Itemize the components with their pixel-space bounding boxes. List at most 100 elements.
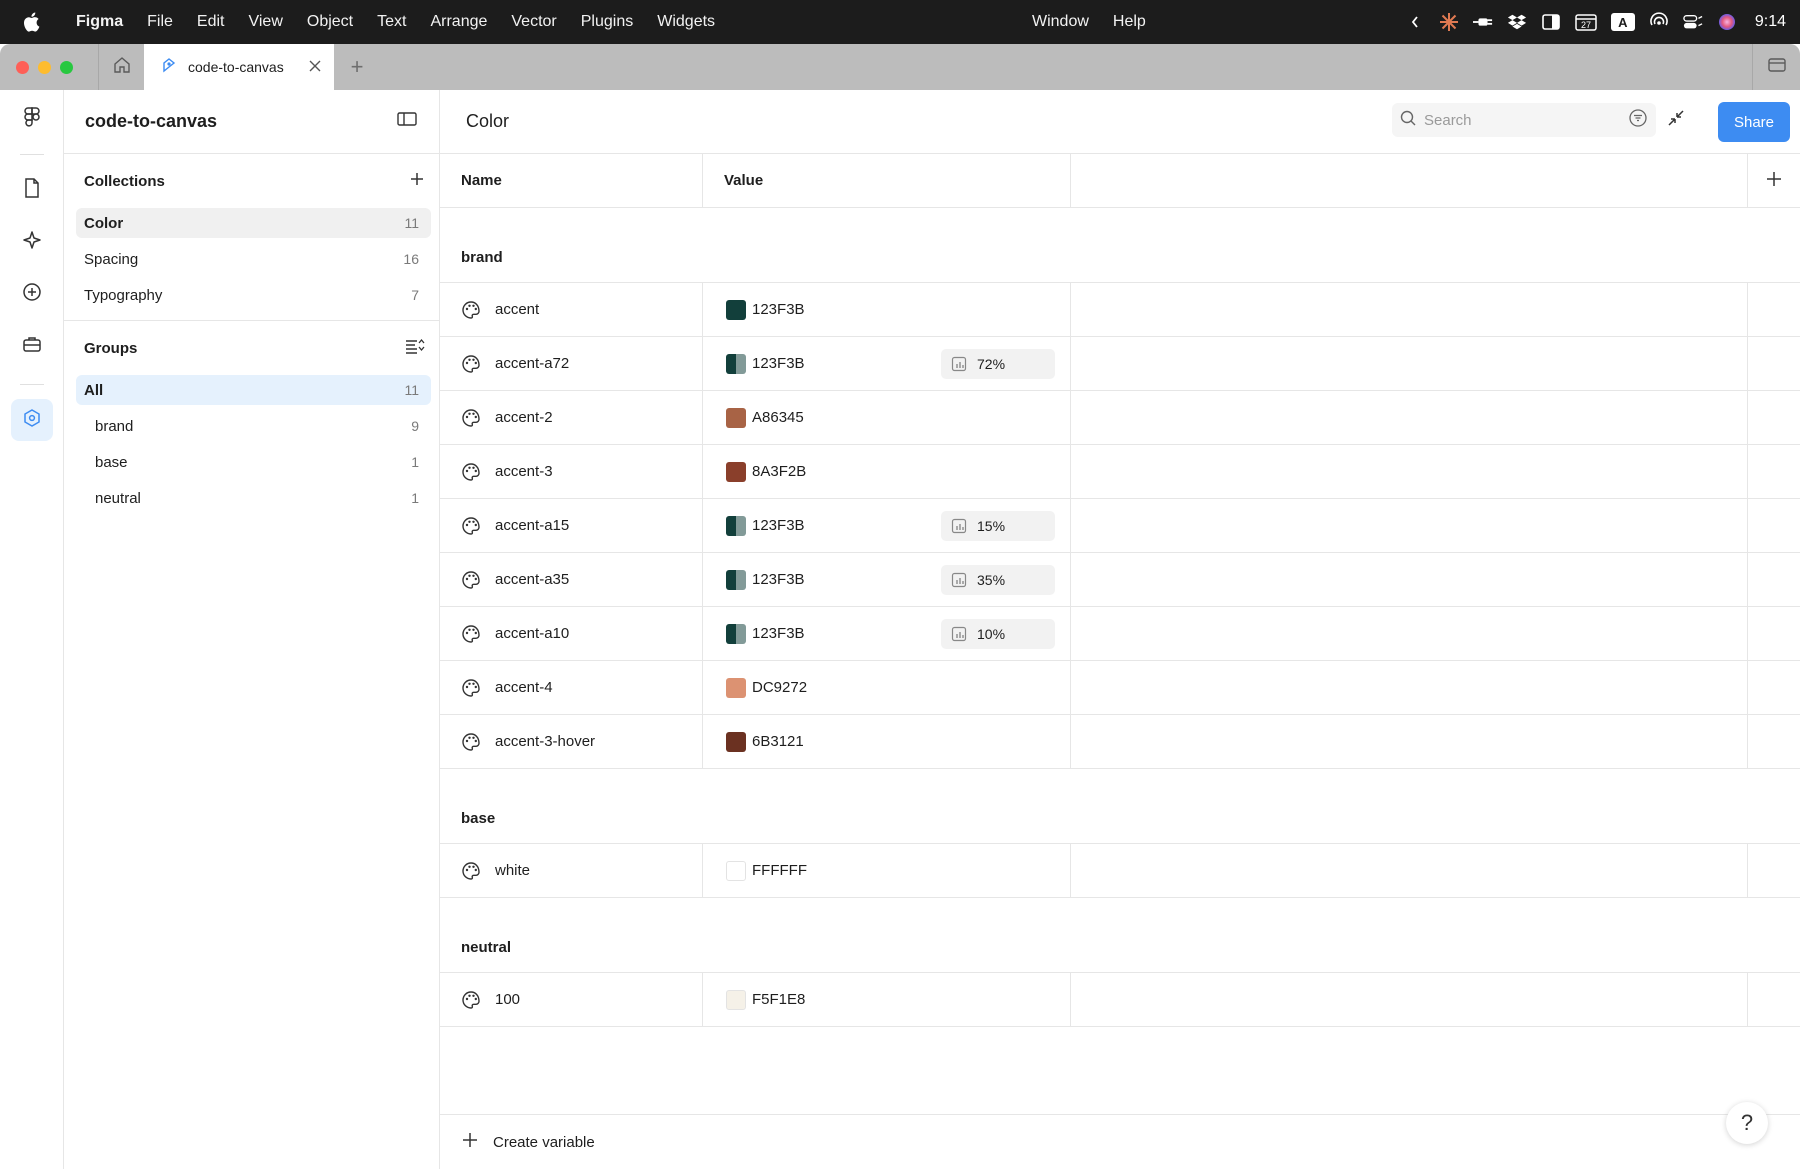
pages-button[interactable] <box>11 169 53 211</box>
table-row[interactable]: accent-3 8A3F2B <box>440 445 1800 499</box>
variable-name-cell[interactable]: white <box>440 844 703 897</box>
column-header-value[interactable]: Value <box>703 154 1071 207</box>
minimize-window-button[interactable] <box>38 60 51 74</box>
menu-view[interactable]: View <box>236 0 294 44</box>
opacity-field[interactable]: 35% <box>941 565 1055 595</box>
menu-vector[interactable]: Vector <box>499 0 568 44</box>
variable-name-cell[interactable]: accent-3-hover <box>440 715 703 768</box>
add-collection-icon[interactable] <box>409 171 425 191</box>
color-swatch[interactable] <box>726 353 746 374</box>
sidebar-toggle-icon[interactable] <box>1541 12 1561 32</box>
calendar-icon[interactable]: 27 <box>1575 12 1597 32</box>
color-swatch[interactable] <box>726 569 746 590</box>
sort-groups-icon[interactable] <box>405 338 425 358</box>
input-source-icon[interactable]: A <box>1610 13 1635 31</box>
add-button[interactable] <box>11 273 53 315</box>
create-variable-button[interactable]: Create variable <box>440 1114 1800 1169</box>
home-tab[interactable] <box>98 44 144 90</box>
variable-value-cell[interactable]: 123F3B 15% <box>703 499 1071 552</box>
collapse-button[interactable] <box>1660 104 1692 136</box>
variable-name-cell[interactable]: accent-a72 <box>440 337 703 390</box>
color-swatch[interactable] <box>726 731 746 752</box>
color-swatch[interactable] <box>726 677 746 698</box>
menu-window[interactable]: Window <box>1020 0 1101 44</box>
opacity-field[interactable]: 15% <box>941 511 1055 541</box>
collection-item-color[interactable]: Color 11 <box>76 208 431 238</box>
plugins-button[interactable] <box>11 325 53 367</box>
menu-widgets[interactable]: Widgets <box>645 0 727 44</box>
new-tab-button[interactable]: + <box>334 44 380 90</box>
variable-name-cell[interactable]: accent-a15 <box>440 499 703 552</box>
menu-text[interactable]: Text <box>365 0 418 44</box>
menu-plugins[interactable]: Plugins <box>569 0 645 44</box>
collection-item-typography[interactable]: Typography 7 <box>76 280 431 310</box>
table-row[interactable]: accent-a15 123F3B 15% <box>440 499 1800 553</box>
help-button[interactable]: ? <box>1726 1102 1768 1144</box>
claude-burst-icon[interactable] <box>1439 12 1459 32</box>
zoom-window-button[interactable] <box>60 60 73 74</box>
share-button[interactable]: Share <box>1718 102 1790 142</box>
color-swatch[interactable] <box>726 623 746 644</box>
variable-name-cell[interactable]: accent-3 <box>440 445 703 498</box>
variable-value-cell[interactable]: 123F3B 72% <box>703 337 1071 390</box>
color-swatch[interactable] <box>726 461 746 482</box>
menu-file[interactable]: File <box>135 0 185 44</box>
opacity-field[interactable]: 10% <box>941 619 1055 649</box>
table-row[interactable]: 100 F5F1E8 <box>440 973 1800 1027</box>
variable-value-cell[interactable]: 6B3121 <box>703 715 1071 768</box>
table-row[interactable]: accent-4 DC9272 <box>440 661 1800 715</box>
add-mode-button[interactable] <box>1748 154 1800 207</box>
table-row[interactable]: accent 123F3B <box>440 283 1800 337</box>
menu-object[interactable]: Object <box>295 0 365 44</box>
search-input[interactable] <box>1424 111 1620 129</box>
variable-name-cell[interactable]: accent-4 <box>440 661 703 714</box>
menu-app-figma[interactable]: Figma <box>64 0 135 44</box>
color-swatch[interactable] <box>726 989 746 1010</box>
menu-clock[interactable]: 9:14 <box>1755 13 1786 31</box>
figma-logo-button[interactable] <box>11 99 53 141</box>
variable-name-cell[interactable]: accent-a35 <box>440 553 703 606</box>
close-window-button[interactable] <box>16 60 29 74</box>
chevron-left-icon[interactable] <box>1405 12 1425 32</box>
variable-value-cell[interactable]: 123F3B <box>703 283 1071 336</box>
panel-toggle-icon[interactable] <box>397 111 417 132</box>
column-header-name[interactable]: Name <box>440 154 703 207</box>
color-swatch[interactable] <box>726 299 746 320</box>
variable-name-cell[interactable]: accent-2 <box>440 391 703 444</box>
opacity-field[interactable]: 72% <box>941 349 1055 379</box>
variable-value-cell[interactable]: 123F3B 10% <box>703 607 1071 660</box>
menu-help[interactable]: Help <box>1101 0 1158 44</box>
siri-icon[interactable] <box>1717 12 1737 32</box>
table-row[interactable]: accent-a10 123F3B 10% <box>440 607 1800 661</box>
control-center-icon[interactable] <box>1683 12 1703 32</box>
menu-edit[interactable]: Edit <box>185 0 237 44</box>
table-row[interactable]: white FFFFFF <box>440 844 1800 898</box>
group-item-base[interactable]: base 1 <box>76 447 431 477</box>
table-row[interactable]: accent-2 A86345 <box>440 391 1800 445</box>
variable-name-cell[interactable]: accent <box>440 283 703 336</box>
table-row[interactable]: accent-a35 123F3B 35% <box>440 553 1800 607</box>
group-item-neutral[interactable]: neutral 1 <box>76 483 431 513</box>
variable-value-cell[interactable]: A86345 <box>703 391 1071 444</box>
variable-name-cell[interactable]: accent-a10 <box>440 607 703 660</box>
assets-button[interactable] <box>11 221 53 263</box>
variable-value-cell[interactable]: 8A3F2B <box>703 445 1071 498</box>
variable-value-cell[interactable]: FFFFFF <box>703 844 1071 897</box>
tab-overview-button[interactable] <box>1752 44 1800 90</box>
color-swatch[interactable] <box>726 860 746 881</box>
variable-value-cell[interactable]: DC9272 <box>703 661 1071 714</box>
dropbox-icon[interactable] <box>1507 12 1527 32</box>
group-item-all[interactable]: All 11 <box>76 375 431 405</box>
color-swatch[interactable] <box>726 407 746 428</box>
airdrop-icon[interactable] <box>1649 12 1669 32</box>
table-row[interactable]: accent-3-hover 6B3121 <box>440 715 1800 769</box>
variable-value-cell[interactable]: F5F1E8 <box>703 973 1071 1026</box>
collection-item-spacing[interactable]: Spacing 16 <box>76 244 431 274</box>
file-tab-code-to-canvas[interactable]: code-to-canvas <box>144 44 334 90</box>
variable-name-cell[interactable]: 100 <box>440 973 703 1026</box>
group-item-brand[interactable]: brand 9 <box>76 411 431 441</box>
close-tab-icon[interactable] <box>308 59 322 76</box>
table-row[interactable]: accent-a72 123F3B 72% <box>440 337 1800 391</box>
apple-icon[interactable] <box>22 12 58 32</box>
variable-value-cell[interactable]: 123F3B 35% <box>703 553 1071 606</box>
